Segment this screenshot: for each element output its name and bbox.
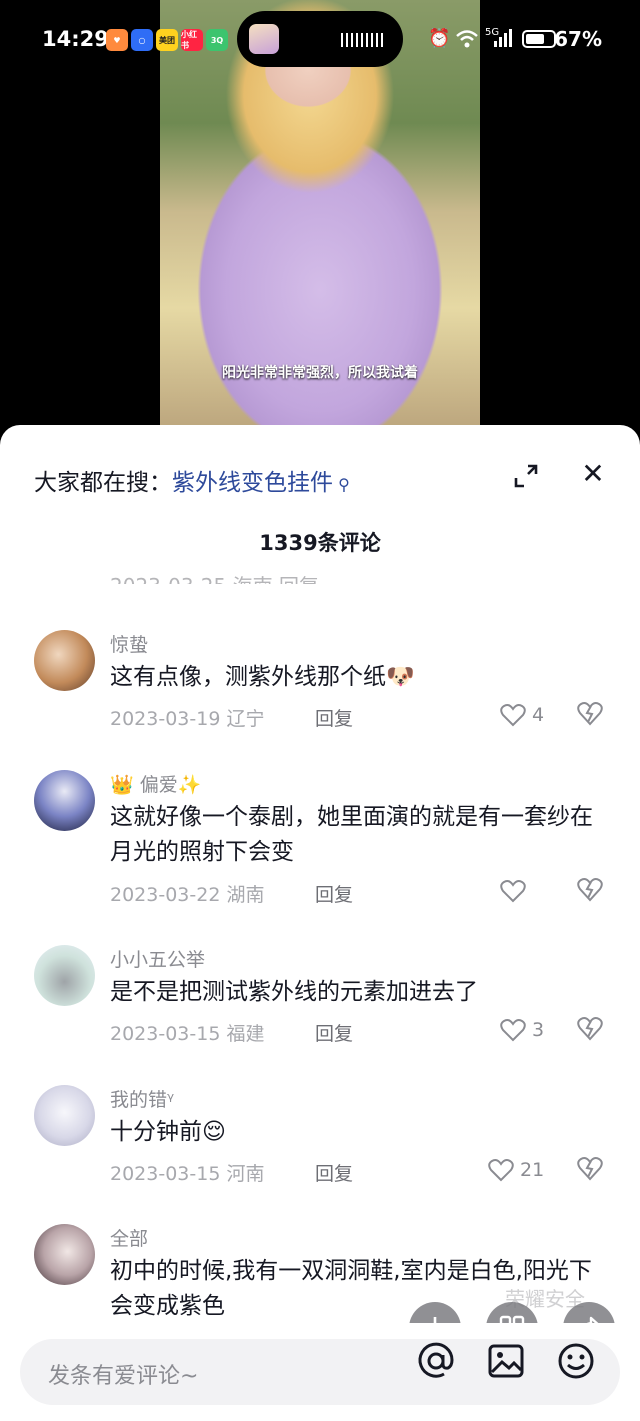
- partial-comment-meta: 2023-03-25 海南 回复: [110, 570, 610, 584]
- app-icon: 3Q: [206, 29, 228, 51]
- comment-username[interactable]: 全部: [110, 1224, 148, 1251]
- meituan-icon: 美团: [156, 29, 178, 51]
- avatar[interactable]: [34, 770, 95, 831]
- battery-percent: 67%: [554, 27, 602, 51]
- avatar[interactable]: [34, 630, 95, 691]
- signal-icon: [493, 28, 515, 53]
- avatar[interactable]: [34, 945, 95, 1006]
- like-button[interactable]: 21: [488, 1155, 544, 1185]
- like-button[interactable]: 4: [500, 700, 544, 730]
- search-prefix: 大家都在搜：: [34, 470, 172, 496]
- like-count: 3: [532, 1019, 545, 1041]
- comment-input-placeholder: 发条有爱评论~: [48, 1364, 199, 1389]
- search-keyword[interactable]: 紫外线变色挂件: [172, 470, 333, 496]
- reply-button[interactable]: 回复: [315, 880, 353, 907]
- heart-icon: [500, 704, 526, 727]
- like-button[interactable]: 3: [500, 1015, 544, 1045]
- dislike-icon[interactable]: [576, 700, 606, 730]
- comment-text: 十分钟前😌: [110, 1119, 226, 1145]
- media-thumbnail: [249, 24, 279, 54]
- notification-app-icon: ○: [131, 29, 153, 51]
- image-icon[interactable]: [486, 1341, 526, 1381]
- like-count: 4: [532, 704, 545, 726]
- close-icon[interactable]: ✕: [580, 460, 606, 488]
- dynamic-island[interactable]: [237, 11, 403, 67]
- comment-meta: 2023-03-22 湖南 回复: [110, 880, 353, 907]
- comment-date: 2023-03-19 辽宁: [110, 708, 265, 730]
- comment-username[interactable]: 小小五公举: [110, 945, 205, 972]
- heart-icon: [500, 1019, 526, 1042]
- at-mention-icon[interactable]: [416, 1341, 456, 1381]
- audio-wave-icon: [341, 33, 385, 47]
- comment-count: 1339条评论: [259, 531, 381, 555]
- battery-icon: [522, 30, 556, 48]
- avatar[interactable]: [34, 1085, 95, 1146]
- wifi-icon: [455, 28, 479, 55]
- dislike-icon[interactable]: [576, 1155, 606, 1185]
- avatar[interactable]: [34, 1224, 95, 1285]
- search-icon: ⚲: [333, 475, 350, 494]
- comment-date: 2023-03-15 河南: [110, 1163, 265, 1185]
- like-count: 21: [520, 1159, 545, 1181]
- dislike-icon[interactable]: [576, 1015, 606, 1045]
- comment-text: 这就好像一个泰剧，她里面演的就是有一套纱在月光的照射下会变: [110, 804, 593, 865]
- notification-app-icon: ♥: [106, 29, 128, 51]
- comment-sheet: 大家都在搜：紫外线变色挂件 ⚲ ✕ 1339条评论 2023-03-25 海南 …: [0, 425, 640, 1421]
- status-time: 14:29: [42, 27, 109, 51]
- xiaohongshu-icon: 小红书: [181, 29, 203, 51]
- comment-username[interactable]: 👑 偏爱✨: [110, 770, 201, 797]
- reply-button[interactable]: 回复: [315, 1159, 353, 1186]
- comment-username[interactable]: 我的错ᵞ: [110, 1085, 174, 1112]
- crown-icon: 👑: [110, 774, 140, 796]
- comment-meta: 2023-03-15 河南 回复: [110, 1159, 353, 1186]
- username-text: 偏爱✨: [139, 774, 202, 796]
- heart-icon: [488, 1159, 514, 1182]
- comment-input[interactable]: 发条有爱评论~: [20, 1339, 620, 1405]
- alarm-icon: ⏰: [428, 28, 451, 49]
- trending-search[interactable]: 大家都在搜：紫外线变色挂件 ⚲: [34, 463, 350, 497]
- dislike-icon[interactable]: [576, 876, 606, 906]
- comment-text: 是不是把测试紫外线的元素加进去了: [110, 979, 478, 1005]
- reply-button[interactable]: 回复: [315, 704, 353, 731]
- status-bar: 14:29 ♥ ○ 美团 小红书 3Q ⏰ 5G 67%: [0, 0, 640, 80]
- comment-input-bar: 发条有爱评论~: [0, 1323, 640, 1421]
- expand-icon[interactable]: [513, 463, 539, 489]
- emoji-icon[interactable]: [556, 1341, 596, 1381]
- partial-meta-text: 2023-03-25 海南 回复: [110, 574, 319, 584]
- video-caption: 阳光非常非常强烈，所以我试着: [222, 365, 418, 381]
- comment-meta: 2023-03-15 福建 回复: [110, 1019, 353, 1046]
- heart-icon: [500, 880, 526, 903]
- like-button[interactable]: [500, 876, 532, 906]
- comment-date: 2023-03-22 湖南: [110, 884, 265, 906]
- comment-text: 这有点像，测紫外线那个纸🐶: [110, 664, 415, 690]
- comment-username[interactable]: 惊蛰: [110, 630, 148, 657]
- comment-date: 2023-03-15 福建: [110, 1023, 265, 1045]
- comment-meta: 2023-03-19 辽宁 回复: [110, 704, 353, 731]
- reply-button[interactable]: 回复: [315, 1019, 353, 1046]
